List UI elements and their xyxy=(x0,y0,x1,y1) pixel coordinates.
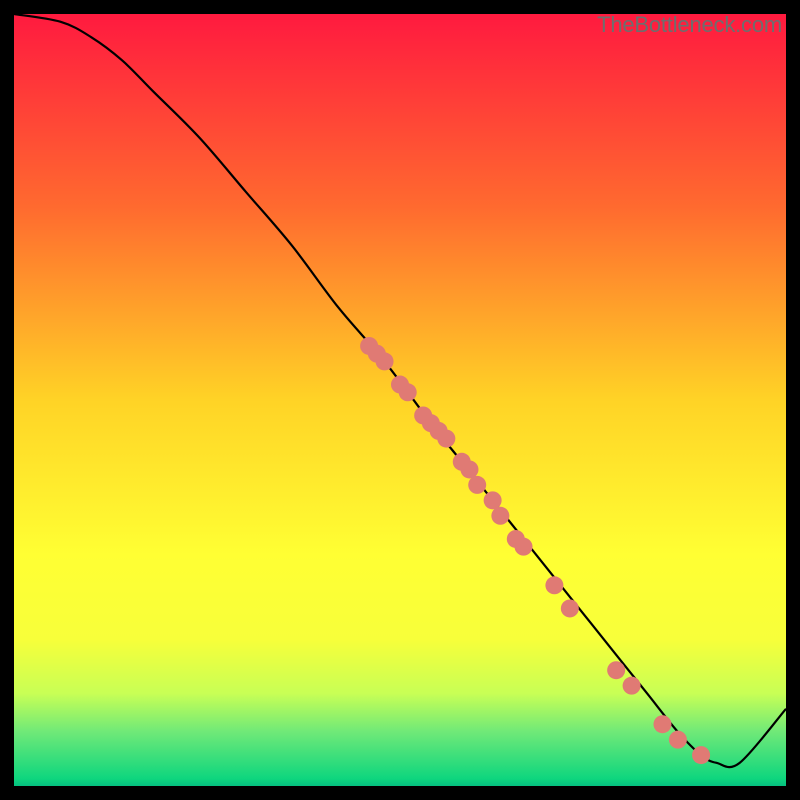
data-point xyxy=(545,576,563,594)
data-point xyxy=(491,507,509,525)
data-point xyxy=(515,538,533,556)
chart-svg xyxy=(14,14,786,786)
data-point xyxy=(669,731,687,749)
watermark-text: TheBottleneck.com xyxy=(597,12,782,38)
data-point xyxy=(376,352,394,370)
data-point xyxy=(653,715,671,733)
chart-frame: TheBottleneck.com xyxy=(0,0,800,800)
data-point xyxy=(623,677,641,695)
data-point xyxy=(468,476,486,494)
data-point xyxy=(399,383,417,401)
data-point xyxy=(692,746,710,764)
data-point xyxy=(460,460,478,478)
data-point xyxy=(561,599,579,617)
data-point xyxy=(484,491,502,509)
chart-background xyxy=(14,14,786,786)
data-point xyxy=(437,430,455,448)
data-point xyxy=(607,661,625,679)
chart-plot-area xyxy=(14,14,786,786)
